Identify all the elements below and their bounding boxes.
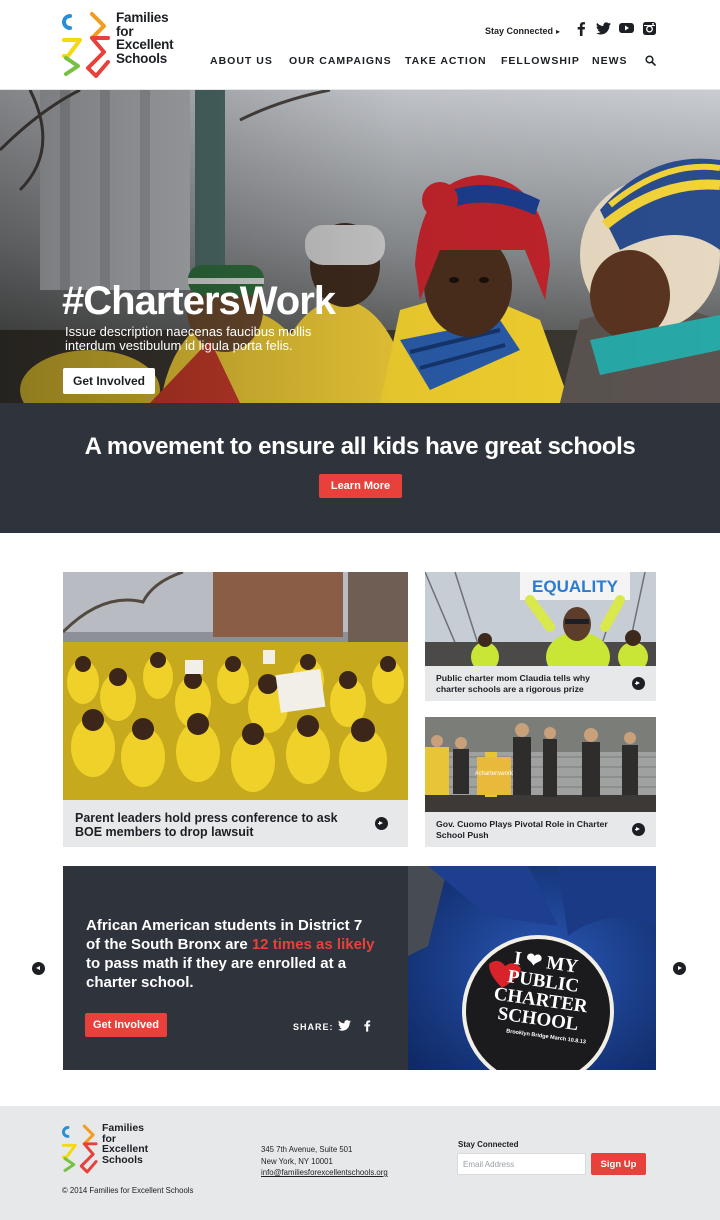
card-photo-crowd (63, 572, 408, 800)
search-icon[interactable] (645, 55, 656, 66)
footer-stay-connected-label: Stay Connected (458, 1140, 519, 1149)
twitter-icon[interactable] (596, 22, 611, 35)
pin-text: I ❤ MY PUBLIC CHARTER SCHOOL (492, 947, 589, 1036)
hero-photo (0, 90, 720, 403)
facebook-icon[interactable] (576, 22, 586, 36)
footer-logo-wordmark: Families for Excellent Schools (102, 1122, 149, 1166)
hero-banner: #ChartersWork Issue description naecenas… (0, 90, 720, 403)
stat-highlight: 12 times as likely (251, 936, 375, 953)
nav-about-us[interactable]: ABOUT US (210, 55, 273, 67)
newsletter-email-input[interactable] (457, 1153, 586, 1175)
footer-logo[interactable]: Families for Excellent Schools (62, 1123, 162, 1175)
news-card-press-conference[interactable]: Parent leaders hold press conference to … (63, 572, 408, 847)
hero-get-involved-button[interactable]: Get Involved (63, 368, 155, 394)
share-label: SHARE: (293, 1022, 334, 1032)
logo-wordmark: Families for Excellent Schools (116, 10, 174, 66)
copyright-text: © 2014 Families for Excellent Schools (62, 1186, 194, 1195)
site-logo[interactable]: Families for Excellent Schools (62, 10, 192, 82)
mission-title: A movement to ensure all kids have great… (84, 433, 636, 460)
arrow-right-icon[interactable] (632, 823, 645, 836)
sign-text: EQUALITY (532, 577, 619, 596)
share-twitter-icon[interactable] (338, 1020, 351, 1031)
footer-address: 345 7th Avenue, Suite 501 New York, NY 1… (261, 1144, 388, 1179)
hero-title: #ChartersWork (62, 279, 336, 323)
nav-news[interactable]: NEWS (592, 55, 628, 67)
card-caption: Public charter mom Claudia tells why cha… (425, 666, 656, 701)
contact-email-link[interactable]: info@familiesforexcellentschools.org (261, 1167, 388, 1179)
stat-carousel: African American students in District 7 … (63, 866, 656, 1070)
carousel-prev-arrow-icon[interactable] (32, 962, 45, 975)
card-caption: Parent leaders hold press conference to … (63, 800, 408, 847)
news-card-cuomo[interactable]: #charterswork Gov. Cuomo Plays Pivotal R… (425, 717, 656, 847)
carousel-next-arrow-icon[interactable] (673, 962, 686, 975)
mission-band: A movement to ensure all kids have great… (0, 403, 720, 533)
nav-fellowship[interactable]: FELLOWSHIP (501, 55, 580, 67)
carousel-get-involved-button[interactable]: Get Involved (85, 1013, 167, 1037)
site-footer: Families for Excellent Schools © 2014 Fa… (0, 1106, 720, 1220)
stat-text: African American students in District 7 … (86, 917, 375, 991)
card-photo-rally: EQUALITY (425, 572, 656, 666)
learn-more-button[interactable]: Learn More (319, 474, 402, 498)
youtube-icon[interactable] (619, 22, 634, 34)
arrow-right-icon[interactable] (632, 677, 645, 690)
share-facebook-icon[interactable] (363, 1020, 371, 1032)
stay-connected-link[interactable]: Stay Connected ▸ (485, 26, 560, 36)
address-line-1: 345 7th Avenue, Suite 501 (261, 1145, 353, 1154)
podium-text: #charterswork (475, 771, 514, 777)
caret-right-icon: ▸ (556, 27, 561, 36)
news-card-claudia[interactable]: EQUALITY Public charter mom Claudia tell… (425, 572, 656, 701)
site-header: Families for Excellent Schools Stay Conn… (0, 0, 720, 90)
arrow-right-icon[interactable] (375, 817, 388, 830)
hero-description: Issue description naecenas faucibus moll… (65, 324, 312, 353)
card-photo-podium: #charterswork (425, 717, 656, 812)
charter-button-photo: I ❤ MY PUBLIC CHARTER SCHOOL Brooklyn Br… (408, 866, 656, 1070)
instagram-icon[interactable] (643, 22, 656, 35)
card-caption-text: Public charter mom Claudia tells why cha… (436, 673, 591, 694)
footer-logo-mark (62, 1124, 98, 1174)
nav-our-campaigns[interactable]: OUR CAMPAIGNS (289, 55, 392, 67)
nav-take-action[interactable]: TAKE ACTION (405, 55, 487, 67)
sign-up-button[interactable]: Sign Up (591, 1153, 646, 1175)
card-caption-text: Parent leaders hold press conference to … (75, 811, 338, 839)
logo-mark (62, 12, 110, 78)
card-caption-text: Gov. Cuomo Plays Pivotal Role in Charter… (436, 819, 608, 840)
address-line-2: New York, NY 10001 (261, 1156, 333, 1166)
card-caption: Gov. Cuomo Plays Pivotal Role in Charter… (425, 812, 656, 847)
